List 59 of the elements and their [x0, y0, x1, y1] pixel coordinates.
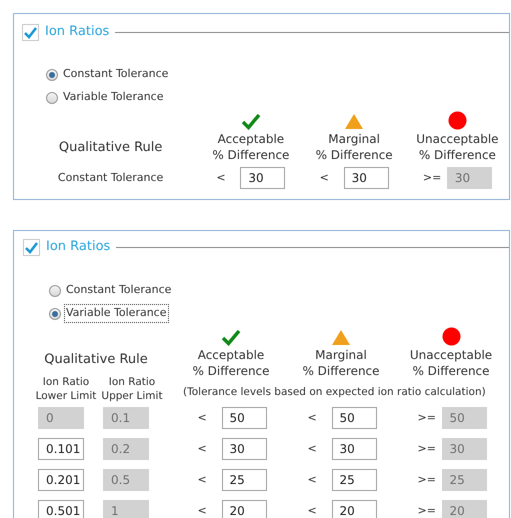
- operator-label: <: [320, 170, 330, 186]
- operator-label: <: [308, 410, 318, 426]
- column-header: Ion Ratio Lower Limit: [34, 374, 98, 402]
- warning-triangle-icon: [344, 113, 364, 130]
- number-field[interactable]: 50: [332, 407, 376, 429]
- number-field[interactable]: 30: [222, 438, 266, 460]
- number-field[interactable]: 25: [222, 469, 266, 491]
- number-field[interactable]: 50: [222, 407, 266, 429]
- column-header: % Difference: [316, 147, 393, 163]
- number-field[interactable]: 25: [332, 469, 376, 491]
- column-header: Marginal: [315, 347, 367, 363]
- note-text: (Tolerance levels based on expected ion ratio calculation): [183, 385, 487, 400]
- number-field[interactable]: 0.501: [38, 500, 84, 518]
- column-header: Acceptable: [198, 347, 264, 363]
- operator-label: <: [198, 472, 208, 488]
- checkmark-icon: [221, 329, 241, 346]
- operator-label: <: [216, 170, 227, 186]
- radio-button[interactable]: [49, 284, 61, 296]
- number-field[interactable]: 20: [332, 500, 376, 518]
- row-label: Constant Tolerance: [58, 170, 164, 186]
- column-header: Unacceptable: [416, 131, 499, 147]
- radio-label[interactable]: Variable Tolerance: [61, 88, 166, 107]
- column-header: % Difference: [412, 363, 490, 379]
- column-header: % Difference: [192, 363, 270, 379]
- number-field[interactable]: 30: [344, 167, 389, 189]
- operator-label: <: [308, 472, 318, 488]
- radio-label[interactable]: Constant Tolerance: [61, 65, 170, 84]
- radio-label[interactable]: Variable Tolerance: [64, 304, 168, 323]
- radio-button[interactable]: [49, 308, 61, 320]
- operator-label: <: [308, 440, 318, 457]
- checkbox[interactable]: [23, 238, 40, 256]
- rule-label: Qualitative Rule: [58, 138, 162, 156]
- operator-label: <: [198, 502, 208, 518]
- column-header: Marginal: [328, 131, 380, 147]
- column-header: Ion Ratio Upper Limit: [100, 374, 164, 402]
- error-circle-icon: [442, 327, 460, 346]
- number-field[interactable]: 30: [332, 438, 376, 460]
- error-circle-icon: [448, 111, 467, 130]
- column-header: Acceptable: [218, 131, 284, 147]
- checkbox[interactable]: [22, 24, 39, 40]
- section-title: Ion Ratios: [46, 238, 110, 256]
- operator-label: <: [308, 502, 318, 518]
- number-field[interactable]: 30: [240, 167, 286, 189]
- operator-label: <: [198, 410, 208, 426]
- number-field[interactable]: 0.201: [38, 469, 84, 491]
- number-field[interactable]: 0.101: [38, 438, 84, 460]
- rule-label: Qualitative Rule: [44, 351, 148, 369]
- warning-triangle-icon: [331, 329, 351, 346]
- checkmark-icon: [240, 113, 261, 130]
- number-field[interactable]: 20: [222, 500, 266, 518]
- column-header: % Difference: [212, 147, 290, 163]
- operator-label: <: [198, 440, 208, 457]
- radio-label[interactable]: Constant Tolerance: [64, 281, 174, 300]
- radio-button[interactable]: [46, 68, 58, 80]
- section-title: Ion Ratios: [45, 23, 110, 42]
- column-header: % Difference: [418, 147, 496, 163]
- column-header: % Difference: [302, 363, 380, 379]
- column-header: Unacceptable: [410, 347, 492, 363]
- radio-button[interactable]: [46, 92, 58, 104]
